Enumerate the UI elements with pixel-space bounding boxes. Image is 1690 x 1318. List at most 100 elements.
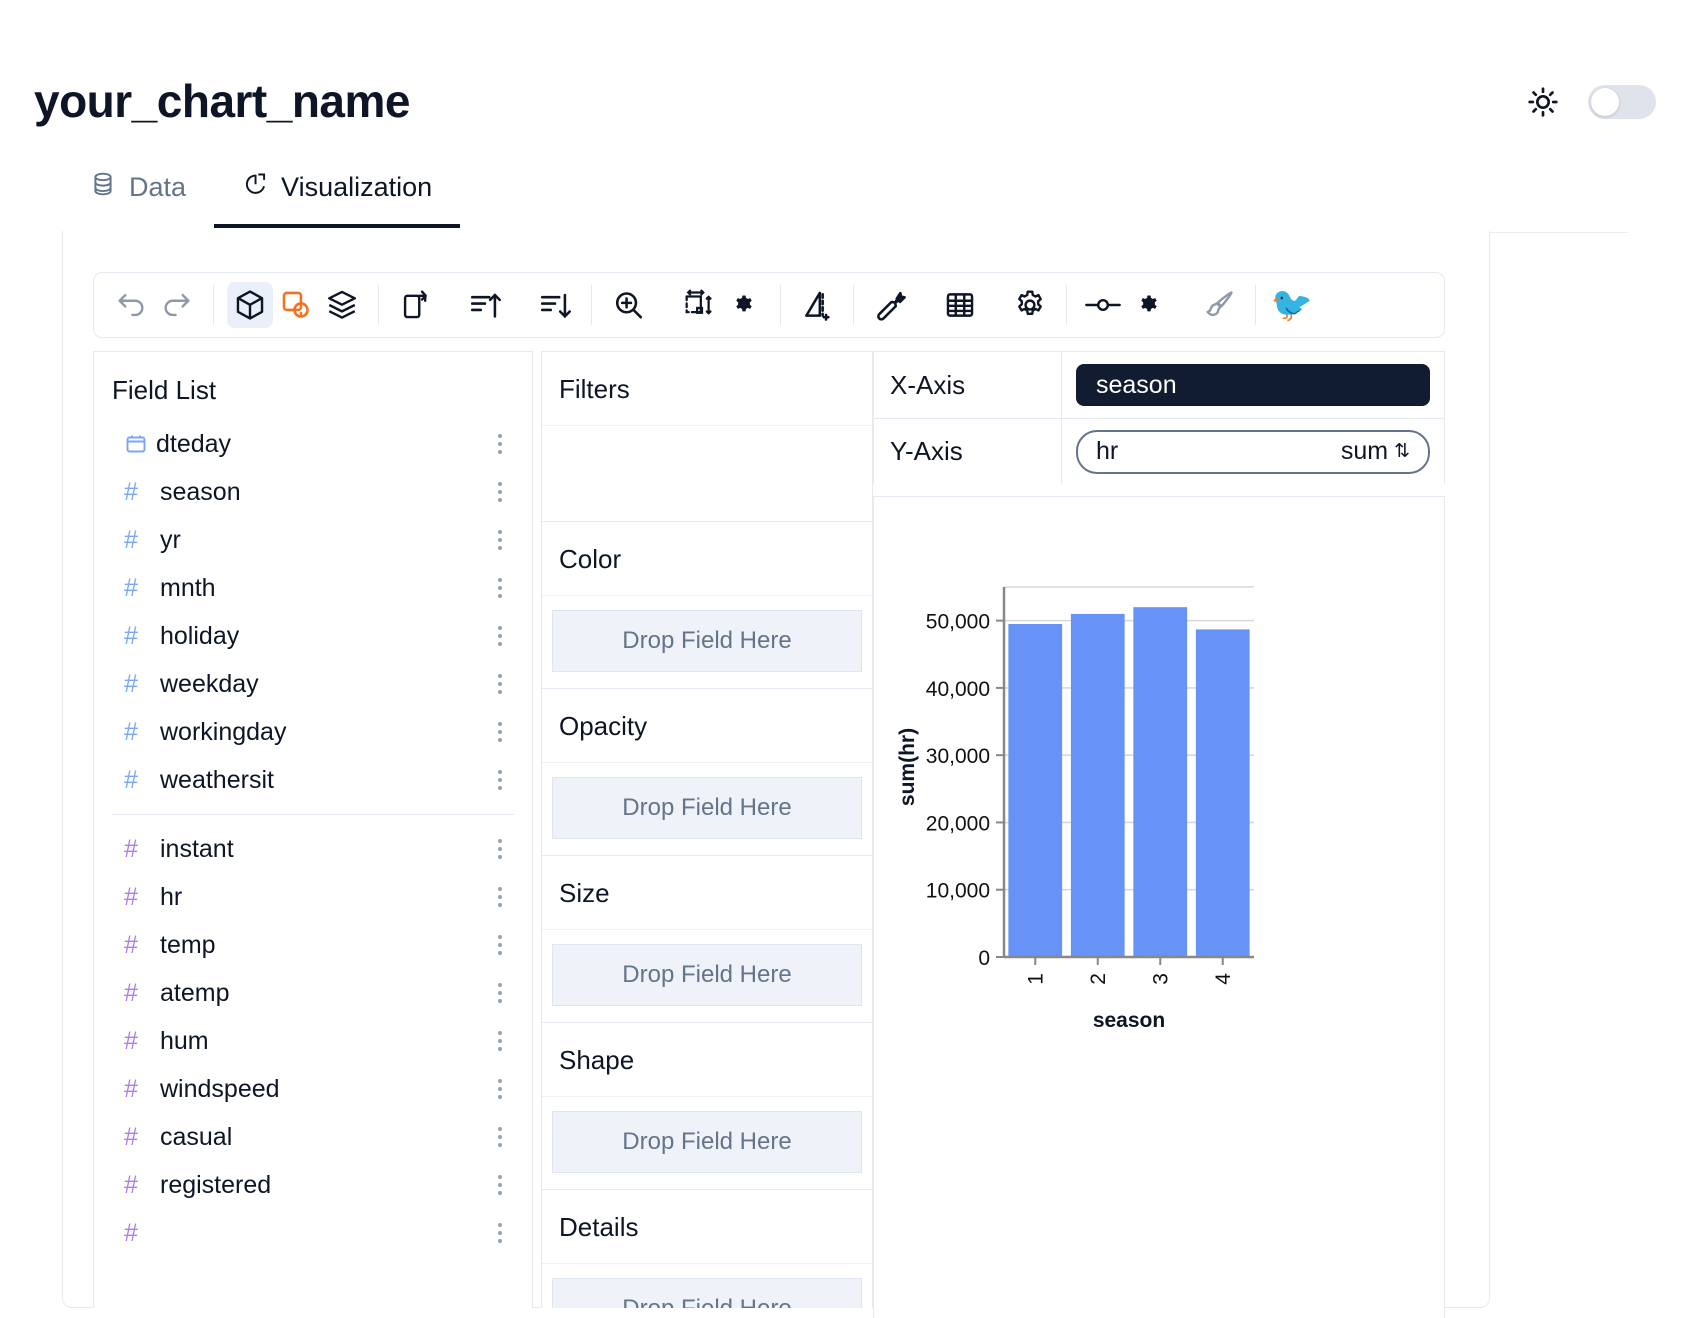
transpose-icon[interactable] — [392, 282, 438, 328]
field-list-title: Field List — [112, 375, 217, 405]
axis-icon[interactable] — [1080, 282, 1126, 328]
field-row[interactable]: dteday — [94, 420, 532, 468]
hash-icon: # — [124, 882, 138, 911]
field-menu-icon[interactable] — [490, 1175, 510, 1195]
shelf-body: Drop Field Here — [542, 930, 872, 1022]
x-axis-slot[interactable]: season — [1062, 364, 1444, 406]
redo-icon[interactable] — [154, 282, 200, 328]
sun-icon[interactable] — [1526, 85, 1560, 119]
bar[interactable] — [1195, 629, 1250, 957]
field-row[interactable]: # atemp — [94, 969, 532, 1017]
field-menu-icon[interactable] — [490, 1127, 510, 1147]
details-dropzone[interactable]: Drop Field Here — [552, 1278, 862, 1308]
mark-shape-icon[interactable] — [273, 282, 319, 328]
cube-icon[interactable] — [227, 282, 273, 328]
tab-visualization[interactable]: Visualization — [214, 165, 461, 228]
y-axis-aggregate-select[interactable]: sum ⇅ — [1341, 437, 1410, 466]
field-row[interactable]: # workingday — [94, 708, 532, 756]
size-dropzone[interactable]: Drop Field Here — [552, 944, 862, 1006]
field-row[interactable]: # yr — [94, 516, 532, 564]
sort-ascending-icon[interactable] — [462, 282, 508, 328]
wrench-icon[interactable] — [867, 282, 913, 328]
shelf-label: Details — [542, 1190, 872, 1264]
hash-icon: # — [124, 1218, 138, 1247]
resize-icon[interactable] — [675, 282, 721, 328]
field-row[interactable]: # mnth — [94, 564, 532, 612]
field-row[interactable]: # hr — [94, 873, 532, 921]
geometry-icon[interactable] — [794, 282, 840, 328]
y-axis-slot[interactable]: hr sum ⇅ — [1062, 429, 1444, 474]
shape-dropzone[interactable]: Drop Field Here — [552, 1111, 862, 1173]
opacity-dropzone[interactable]: Drop Field Here — [552, 777, 862, 839]
field-name: atemp — [160, 978, 230, 1007]
field-row[interactable]: # holiday — [94, 612, 532, 660]
bar[interactable] — [1008, 624, 1063, 957]
field-menu-icon[interactable] — [490, 770, 510, 790]
field-menu-icon[interactable] — [490, 530, 510, 550]
field-menu-icon[interactable] — [490, 1223, 510, 1243]
y-axis-field-pill[interactable]: hr sum ⇅ — [1076, 429, 1430, 474]
bar-chart: sum(hr) 010,00020,00030,00040,00050,000 … — [896, 586, 1254, 1032]
page-title: your_chart_name — [34, 75, 411, 127]
field-row[interactable]: # — [94, 1209, 532, 1257]
color-dropzone[interactable]: Drop Field Here — [552, 610, 862, 672]
y-axis-field-name: hr — [1096, 437, 1119, 465]
field-row[interactable]: # hum — [94, 1017, 532, 1065]
field-menu-icon[interactable] — [490, 578, 510, 598]
bar[interactable] — [1070, 613, 1125, 957]
field-menu-icon[interactable] — [490, 674, 510, 694]
field-name: mnth — [160, 573, 216, 602]
field-row[interactable]: # season — [94, 468, 532, 516]
x-axis-field-pill[interactable]: season — [1076, 364, 1430, 406]
field-name: instant — [160, 834, 234, 863]
zoom-in-icon[interactable] — [605, 282, 651, 328]
undo-icon[interactable] — [108, 282, 154, 328]
field-row[interactable]: # weathersit — [94, 756, 532, 804]
hash-icon: # — [124, 765, 138, 794]
resize-settings-icon[interactable] — [721, 282, 767, 328]
field-name: hr — [160, 882, 183, 911]
shelf-label: Opacity — [542, 689, 872, 763]
field-menu-icon[interactable] — [490, 626, 510, 646]
field-menu-icon[interactable] — [490, 482, 510, 502]
y-tick-label: 20,000 — [926, 812, 990, 835]
hash-icon: # — [124, 1170, 138, 1199]
gear-icon[interactable] — [1007, 282, 1053, 328]
toolbar-divider — [1066, 285, 1067, 325]
hash-icon: # — [124, 1074, 138, 1103]
field-menu-icon[interactable] — [490, 887, 510, 907]
field-row[interactable]: # instant — [94, 825, 532, 873]
field-row[interactable]: # casual — [94, 1113, 532, 1161]
x-axis-title: season — [1093, 1009, 1165, 1032]
hash-icon: # — [124, 717, 138, 746]
theme-toggle[interactable] — [1588, 85, 1656, 119]
axis-settings-icon[interactable] — [1126, 282, 1172, 328]
field-menu-icon[interactable] — [490, 1079, 510, 1099]
field-menu-icon[interactable] — [490, 1031, 510, 1051]
table-icon[interactable] — [937, 282, 983, 328]
bird-logo[interactable]: 🐦 — [1269, 282, 1315, 328]
field-menu-icon[interactable] — [490, 935, 510, 955]
shelf-label: Color — [542, 522, 872, 596]
field-name: temp — [160, 930, 216, 959]
toolbar-divider — [853, 285, 854, 325]
tab-data[interactable]: Data — [62, 165, 214, 228]
field-menu-icon[interactable] — [490, 722, 510, 742]
field-row[interactable]: # registered — [94, 1161, 532, 1209]
field-menu-icon[interactable] — [490, 434, 510, 454]
field-row[interactable]: # weekday — [94, 660, 532, 708]
field-row[interactable]: # windspeed — [94, 1065, 532, 1113]
field-row[interactable]: # temp — [94, 921, 532, 969]
sort-descending-icon[interactable] — [532, 282, 578, 328]
bar[interactable] — [1133, 607, 1188, 957]
chart-toolbar: 🐦 — [93, 272, 1445, 338]
field-name: hum — [160, 1026, 209, 1055]
toolbar-divider — [780, 285, 781, 325]
layers-icon[interactable] — [319, 282, 365, 328]
field-menu-icon[interactable] — [490, 839, 510, 859]
field-menu-icon[interactable] — [490, 983, 510, 1003]
paintbrush-icon[interactable] — [1196, 282, 1242, 328]
filters-dropzone[interactable] — [542, 426, 872, 521]
field-name: dteday — [156, 429, 232, 458]
y-tick-label: 40,000 — [926, 678, 990, 701]
